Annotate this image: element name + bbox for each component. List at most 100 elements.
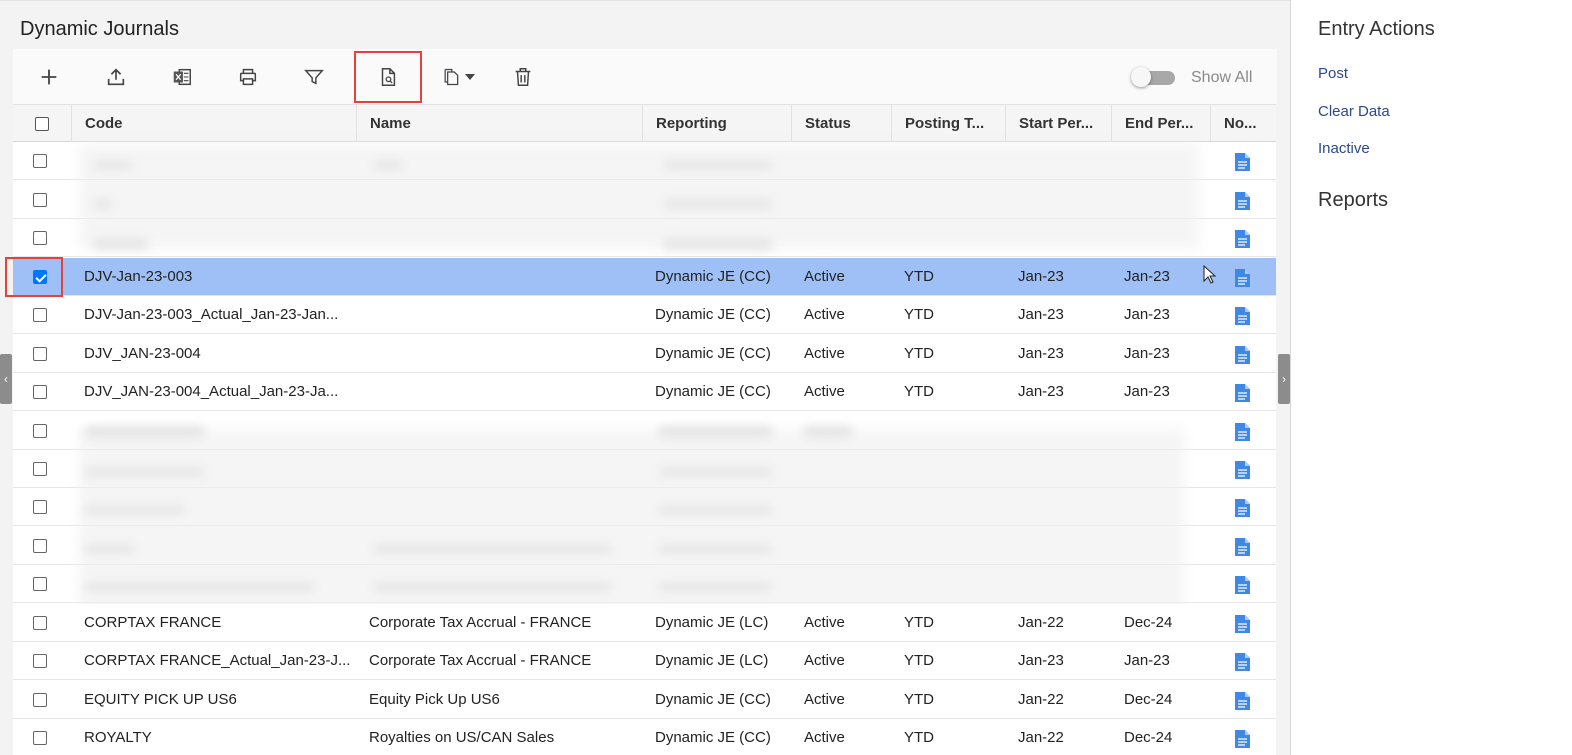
row-checkbox[interactable] (33, 347, 47, 361)
row-checkbox[interactable] (33, 308, 47, 322)
row-checkbox[interactable] (33, 616, 47, 630)
cell-code: CORPTAX FRANCE_Actual_Jan-23-J... (84, 652, 351, 669)
row-checkbox[interactable] (33, 500, 47, 514)
cell-end-period: Jan-23 (1124, 345, 1170, 362)
export-excel-button[interactable] (158, 53, 206, 101)
filter-button[interactable] (290, 53, 338, 101)
row-checkbox[interactable] (33, 654, 47, 668)
column-header-notes[interactable]: No... (1210, 105, 1276, 143)
cell-posting: YTD (904, 306, 934, 323)
note-document-icon[interactable] (1235, 730, 1250, 748)
note-document-icon[interactable] (1235, 538, 1250, 556)
cell-status: Active (804, 268, 845, 285)
note-document-icon[interactable] (1235, 499, 1250, 517)
column-header-name[interactable]: Name (356, 105, 642, 143)
cell-posting: YTD (904, 729, 934, 746)
table-row[interactable]: CORPTAX FRANCE Corporate Tax Accrual - F… (13, 604, 1276, 642)
row-checkbox[interactable] (33, 577, 47, 591)
row-checkbox[interactable] (33, 462, 47, 476)
cell-posting: YTD (904, 614, 934, 631)
chevron-right-icon: › (1282, 372, 1286, 386)
post-action-link[interactable]: Post (1318, 65, 1348, 82)
note-document-icon[interactable] (1235, 423, 1250, 441)
right-panel: Entry Actions Post Clear Data Inactive R… (1290, 0, 1572, 755)
cell-reporting: Dynamic JE (CC) (655, 268, 771, 285)
column-header-code[interactable]: Code (71, 105, 356, 143)
note-document-icon[interactable] (1235, 192, 1250, 210)
cell-status: Active (804, 306, 845, 323)
table-row[interactable]: EQUITY PICK UP US6 Equity Pick Up US6 Dy… (13, 681, 1276, 719)
delete-icon (515, 68, 531, 86)
note-document-icon[interactable] (1235, 576, 1250, 594)
table-row[interactable]: DJV_JAN-23-004_Actual_Jan-23-Ja... Dynam… (13, 373, 1276, 411)
table-row[interactable]: CORPTAX FRANCE_Actual_Jan-23-J... Corpor… (13, 642, 1276, 680)
cell-end-period: Jan-23 (1124, 652, 1170, 669)
add-button[interactable] (25, 53, 73, 101)
select-all-checkbox[interactable] (35, 117, 49, 131)
upload-icon (107, 68, 125, 86)
cell-code: EQUITY PICK UP US6 (84, 691, 237, 708)
clear-data-action-link[interactable]: Clear Data (1318, 103, 1390, 120)
cell-status: Active (804, 691, 845, 708)
cell-posting: YTD (904, 383, 934, 400)
chevron-left-icon: ‹ (4, 372, 8, 386)
inactive-action-link[interactable]: Inactive (1318, 140, 1370, 157)
cell-end-period: Dec-24 (1124, 614, 1173, 631)
cell-reporting: Dynamic JE (CC) (655, 306, 771, 323)
cell-end-period: Dec-24 (1124, 729, 1173, 746)
column-header-posting[interactable]: Posting T... (891, 105, 1005, 143)
cell-start-period: Jan-23 (1018, 306, 1064, 323)
row-checkbox[interactable] (33, 693, 47, 707)
delete-button[interactable] (499, 53, 547, 101)
note-document-icon[interactable] (1235, 269, 1250, 287)
copy-dropdown-button[interactable] (433, 53, 483, 101)
table-row[interactable]: ROYALTY Royalties on US/CAN Sales Dynami… (13, 719, 1276, 755)
expand-right-handle[interactable]: › (1278, 354, 1290, 404)
row-checkbox[interactable] (33, 385, 47, 399)
table-row[interactable]: DJV-Jan-23-003_Actual_Jan-23-Jan... Dyna… (13, 296, 1276, 334)
cell-name (356, 335, 642, 373)
print-button[interactable] (224, 53, 272, 101)
column-header-reporting[interactable]: Reporting (642, 105, 791, 143)
filter-icon (304, 69, 324, 85)
cell-name: Equity Pick Up US6 (369, 691, 500, 708)
reports-title: Reports (1318, 189, 1389, 211)
cell-code: DJV_JAN-23-004_Actual_Jan-23-Ja... (84, 383, 339, 400)
table-row[interactable]: DJV-Jan-23-003 Dynamic JE (CC) Active YT… (13, 258, 1276, 296)
note-document-icon[interactable] (1235, 384, 1250, 402)
row-checkbox[interactable] (33, 154, 47, 168)
column-header-end-period[interactable]: End Per... (1111, 105, 1210, 143)
show-all-toggle[interactable] (1131, 67, 1175, 87)
row-checkbox[interactable] (33, 731, 47, 745)
row-checkbox[interactable] (33, 424, 47, 438)
cell-start-period: Jan-23 (1018, 383, 1064, 400)
column-header-start-period[interactable]: Start Per... (1005, 105, 1111, 143)
cell-status: Active (804, 652, 845, 669)
note-document-icon[interactable] (1235, 346, 1250, 364)
excel-icon (173, 68, 191, 86)
note-document-icon[interactable] (1235, 461, 1250, 479)
view-document-button[interactable] (354, 51, 422, 103)
collapse-left-handle[interactable]: ‹ (0, 354, 12, 404)
note-document-icon[interactable] (1235, 307, 1250, 325)
show-all-label: Show All (1191, 69, 1253, 86)
note-document-icon[interactable] (1235, 153, 1250, 171)
note-document-icon[interactable] (1235, 615, 1250, 633)
cell-code: DJV_JAN-23-004 (84, 345, 201, 362)
row-checkbox[interactable] (33, 231, 47, 245)
cell-name (356, 258, 642, 296)
entry-actions-title: Entry Actions (1318, 18, 1435, 40)
cell-name: Corporate Tax Accrual - FRANCE (369, 652, 592, 669)
table-row[interactable]: DJV_JAN-23-004 Dynamic JE (CC) Active YT… (13, 335, 1276, 373)
row-checkbox[interactable] (33, 539, 47, 553)
plus-icon (41, 69, 57, 85)
cell-reporting: Dynamic JE (CC) (655, 729, 771, 746)
document-search-icon (381, 68, 396, 86)
row-checkbox[interactable] (33, 193, 47, 207)
note-document-icon[interactable] (1235, 653, 1250, 671)
upload-button[interactable] (92, 53, 140, 101)
column-header-status[interactable]: Status (791, 105, 891, 143)
note-document-icon[interactable] (1235, 692, 1250, 710)
cell-start-period: Jan-23 (1018, 652, 1064, 669)
note-document-icon[interactable] (1235, 230, 1250, 248)
